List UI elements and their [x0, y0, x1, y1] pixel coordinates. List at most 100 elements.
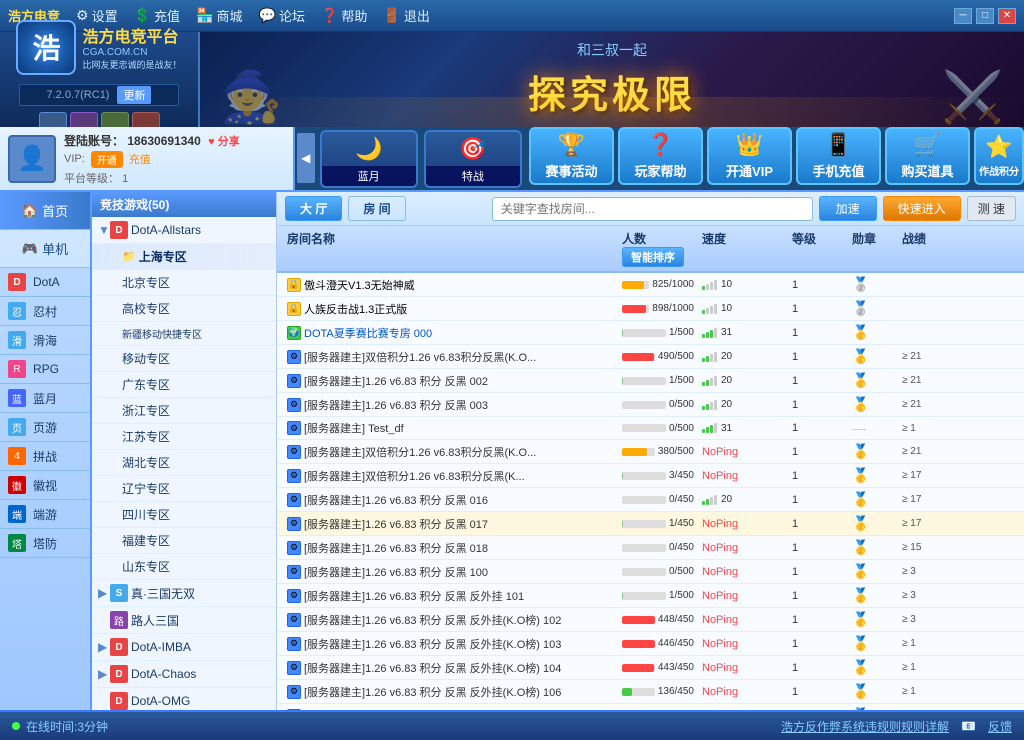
table-row[interactable]: ⚙ [服务器建主]1.26 v6.83 积分 反黑 反外挂(K.O榜) 107 …	[277, 704, 1024, 710]
room-players-cell: 1/450	[618, 518, 698, 529]
table-row[interactable]: ⚙ [服务器建主]1.26 v6.83 积分 反黑 反外挂(K.O榜) 102 …	[277, 608, 1024, 632]
tree-shandong[interactable]: 山东专区	[92, 554, 276, 580]
sidebar-item-bluemoon[interactable]: 蓝 蓝月	[0, 384, 90, 413]
anticheat-link[interactable]: 浩方反作弊系统违规则规则详解	[781, 718, 949, 735]
table-row[interactable]: ⚙ [服务器建主]1.26 v6.83 积分 反黑 018 0/450 NoPi…	[277, 536, 1024, 560]
tree-mobile[interactable]: 移动专区	[92, 346, 276, 372]
sort-button[interactable]: 智能排序	[622, 247, 684, 267]
player-bar-fill	[622, 616, 655, 624]
toolbar-help[interactable]: ❓ 帮助	[321, 6, 367, 25]
tree-imba[interactable]: ▶ D DotA-IMBA	[92, 634, 276, 661]
toolbar-exit[interactable]: 🚪 退出	[383, 6, 429, 25]
vip-open-button[interactable]: 开通	[91, 151, 123, 168]
tab-room[interactable]: 房 间	[348, 196, 405, 221]
table-row[interactable]: ⚙ [服务器建主]1.26 v6.83 积分 反黑 反外挂(K.O榜) 106 …	[277, 680, 1024, 704]
room-type-icon: ⚙	[287, 421, 301, 435]
tree-zhejiang[interactable]: 浙江专区	[92, 398, 276, 424]
sidebar-item-clientgame[interactable]: 端 端游	[0, 500, 90, 529]
tree-liaoning[interactable]: 辽宁专区	[92, 476, 276, 502]
tree-fujian[interactable]: 福建专区	[92, 528, 276, 554]
room-speed-cell: NoPing	[698, 566, 788, 578]
quick-enter-button[interactable]: 快速进入	[883, 196, 961, 221]
user-vip-row: VIP: 开通 充值	[64, 151, 264, 168]
table-row[interactable]: ⚙ [服务器建主]双倍积分1.26 v6.83积分反黑(K.O... 490/5…	[277, 345, 1024, 369]
table-row[interactable]: ⚙ [服务器建主]1.26 v6.83 积分 反黑 反外挂(K.O榜) 104 …	[277, 656, 1024, 680]
sidebar-item-ninja[interactable]: 忍 忍村	[0, 297, 90, 326]
table-row[interactable]: ⚙ [服务器建主] Test_df 0/500 31 1 — ≥ 1	[277, 417, 1024, 440]
nav-help[interactable]: ❓ 玩家帮助	[618, 127, 703, 185]
table-row[interactable]: ⚙ [服务器建主]双倍积分1.26 v6.83积分反黑(K.O... 380/5…	[277, 440, 1024, 464]
game-nav-scroll-left[interactable]: ◀	[297, 133, 315, 183]
tree-guangdong[interactable]: 广东专区	[92, 372, 276, 398]
medal-gold: 🥇	[852, 635, 869, 651]
tree-sichuan[interactable]: 四川专区	[92, 502, 276, 528]
tree-gaoxiao[interactable]: 高校专区	[92, 296, 276, 322]
nav-events[interactable]: 🏆 赛事活动	[529, 127, 614, 185]
tree-shanghai[interactable]: 📁 上海专区	[92, 244, 276, 270]
player-help-icon: ❓	[647, 132, 674, 158]
update-button[interactable]: 更新	[117, 86, 151, 104]
table-row[interactable]: ⚙ [服务器建主]双倍积分1.26 v6.83积分反黑(K... 3/450 N…	[277, 464, 1024, 488]
tab-hall[interactable]: 大 厅	[285, 196, 342, 221]
player-bar-bg	[622, 640, 655, 648]
tree-omg[interactable]: D DotA-OMG	[92, 688, 276, 710]
room-type-icon: ⚙	[287, 398, 301, 412]
col-roomname: 房间名称	[283, 230, 618, 267]
tree-luren[interactable]: 路 路人三国	[92, 607, 276, 634]
sidebar-item-dota[interactable]: D DotA	[0, 268, 90, 297]
table-row[interactable]: ⚙ [服务器建主]1.26 v6.83 积分 反黑 003 0/500 20 1…	[277, 393, 1024, 417]
speed-button[interactable]: 加速	[819, 196, 877, 221]
share-button[interactable]: ♥ 分享	[208, 136, 240, 148]
room-name: [服务器建主]1.26 v6.83 积分 反黑 反外挂(K.O榜) 102	[304, 612, 561, 628]
nav-buy-items[interactable]: 🛒 购买道具	[885, 127, 970, 185]
minimize-button[interactable]: ─	[954, 8, 972, 24]
sidebar-item-rpg[interactable]: R RPG	[0, 355, 90, 384]
tree-dota-allstars[interactable]: ▼ D DotA-Allstars	[92, 217, 276, 244]
tree-jiangsu[interactable]: 江苏专区	[92, 424, 276, 450]
player-bar-bg	[622, 448, 655, 456]
table-row[interactable]: 🔒 人族反击战1.3正式版 898/1000 10 1 🥈	[277, 297, 1024, 321]
room-name: [服务器建主]1.26 v6.83 积分 反黑 100	[304, 564, 488, 580]
table-row[interactable]: ⚙ [服务器建主]1.26 v6.83 积分 反黑 100 0/500 NoPi…	[277, 560, 1024, 584]
table-row[interactable]: ⚙ [服务器建主]1.26 v6.83 积分 反黑 反外挂 101 1/500 …	[277, 584, 1024, 608]
nav-vip[interactable]: 👑 开通VIP	[707, 127, 792, 185]
player-count: 448/450	[658, 614, 694, 625]
sidebar-item-sea[interactable]: 滑 滑海	[0, 326, 90, 355]
close-button[interactable]: ✕	[998, 8, 1016, 24]
tree-xinjiang[interactable]: 新疆移动快捷专区	[92, 322, 276, 346]
tree-hubei[interactable]: 湖北专区	[92, 450, 276, 476]
maximize-button[interactable]: □	[976, 8, 994, 24]
speed-test-button[interactable]: 测 速	[967, 196, 1016, 221]
room-score-cell: ≥ 3	[898, 590, 958, 601]
room-search-input[interactable]	[492, 197, 813, 221]
left-sidebar: 🏠 首页 🎮 单机 D DotA 忍 忍村 滑 滑海 R RPG	[0, 192, 92, 710]
signal-bar-1	[706, 427, 709, 433]
sidebar-tab-home[interactable]: 🏠 首页	[0, 192, 90, 230]
sidebar-item-webgame[interactable]: 页 页游	[0, 413, 90, 442]
speed-noping: NoPing	[702, 542, 738, 554]
sidebar-item-tower[interactable]: 塔 塔防	[0, 529, 90, 558]
room-type-icon: ⚙	[287, 493, 301, 507]
sidebar-tab-singleplayer[interactable]: 🎮 单机	[0, 230, 90, 268]
tree-sanguo[interactable]: ▶ S 真·三国无双	[92, 580, 276, 607]
recharge-link[interactable]: 充值	[129, 151, 151, 167]
tree-chaos[interactable]: ▶ D DotA-Chaos	[92, 661, 276, 688]
game-nav-item-fps[interactable]: 🎯 特战	[424, 130, 522, 188]
table-row[interactable]: ⚙ [服务器建主]1.26 v6.83 积分 反黑 016 0/450 20 1…	[277, 488, 1024, 512]
table-row[interactable]: 🔒 傲斗澄天V1.3无始神威 825/1000 10 1 🥈	[277, 273, 1024, 297]
user-details: 登陆账号： 18630691340 ♥ 分享 VIP: 开通 充值 平台等级： …	[64, 132, 264, 186]
tree-beijing[interactable]: 北京专区	[92, 270, 276, 296]
table-row[interactable]: ⚙ [服务器建主]1.26 v6.83 积分 反黑 反外挂(K.O榜) 103 …	[277, 632, 1024, 656]
table-row[interactable]: 🌍 DOTA夏季赛比赛专房 000 1/500 31 1 🥇	[277, 321, 1024, 345]
table-row[interactable]: ⚙ [服务器建主]1.26 v6.83 积分 反黑 017 1/450 NoPi…	[277, 512, 1024, 536]
nav-mobile-recharge[interactable]: 📱 手机充值	[796, 127, 881, 185]
room-medal-cell: 🥇	[848, 563, 898, 580]
nav-battle-score[interactable]: ⭐ 作战积分	[974, 127, 1024, 185]
sidebar-item-huiwei[interactable]: 徽 徽视	[0, 471, 90, 500]
feedback-link[interactable]: 反馈	[988, 718, 1012, 735]
game-nav-item-bluemoon[interactable]: 🌙 蓝月	[320, 130, 418, 188]
toolbar-forum[interactable]: 💬 论坛	[259, 6, 305, 25]
table-row[interactable]: ⚙ [服务器建主]1.26 v6.83 积分 反黑 002 1/500 20 1…	[277, 369, 1024, 393]
sidebar-item-battle[interactable]: 4 拼战	[0, 442, 90, 471]
toolbar-shop[interactable]: 🏪 商城	[196, 6, 242, 25]
